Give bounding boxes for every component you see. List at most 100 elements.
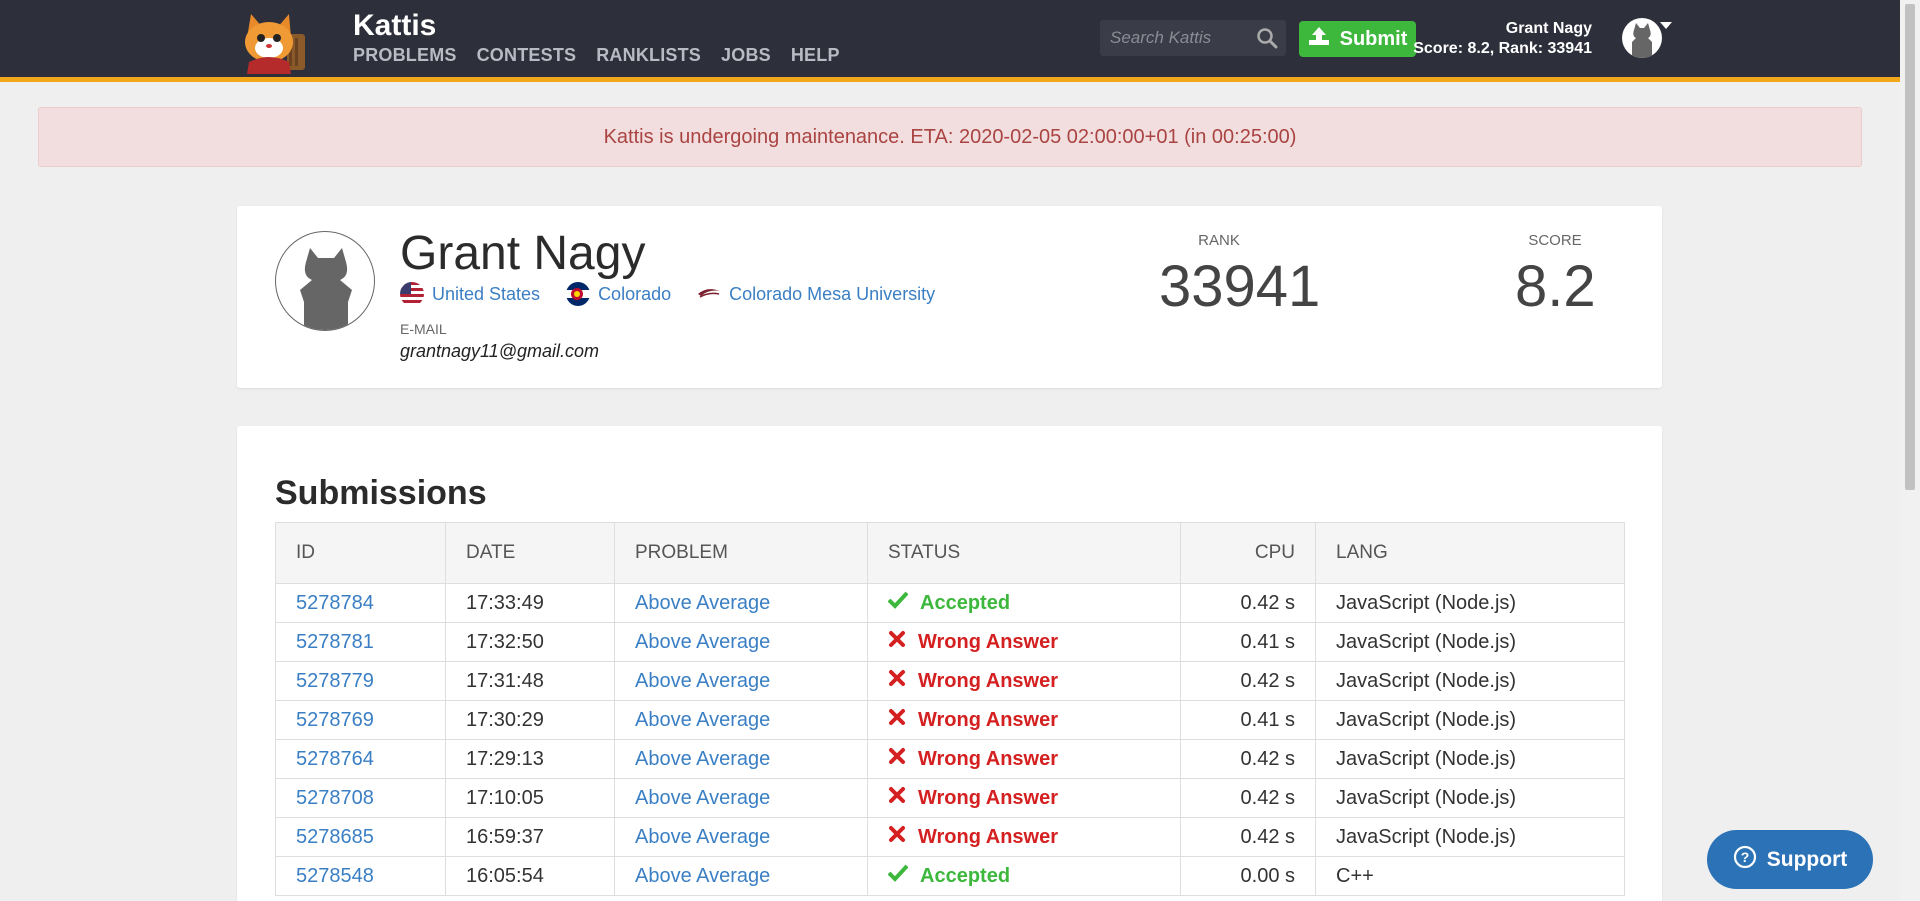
status-text: Wrong Answer xyxy=(918,747,1059,770)
status-text: Wrong Answer xyxy=(918,669,1059,692)
col-cpu: CPU xyxy=(1180,522,1316,584)
status-badge: Wrong Answer xyxy=(888,630,1160,654)
cross-icon xyxy=(888,630,906,654)
page-scrollbar[interactable] xyxy=(1900,0,1920,901)
status-text: Accepted xyxy=(920,864,1011,887)
search-icon[interactable] xyxy=(1256,27,1278,49)
language: JavaScript (Node.js) xyxy=(1315,739,1625,779)
status-badge: Wrong Answer xyxy=(888,708,1160,732)
table-row: 5278548 16:05:54 Above Average Accepted 0.00… xyxy=(275,856,1625,896)
status-badge: Wrong Answer xyxy=(888,747,1160,771)
status-badge: Accepted xyxy=(887,591,1160,615)
problem-link[interactable]: Above Average xyxy=(635,865,770,887)
colorado-flag-icon xyxy=(566,282,591,306)
submission-id-link[interactable]: 5278764 xyxy=(296,748,374,770)
user-menu-caret-icon[interactable] xyxy=(1660,22,1672,29)
region-link[interactable]: Colorado xyxy=(566,282,671,306)
nav-jobs[interactable]: JOBS xyxy=(721,45,771,66)
cpu-time: 0.41 s xyxy=(1180,700,1316,740)
submissions-card: Submissions ID DATE PROBLEM STATUS CPU L… xyxy=(237,426,1662,901)
submission-date: 17:33:49 xyxy=(445,583,615,623)
problem-link[interactable]: Above Average xyxy=(635,670,770,692)
submit-button[interactable]: Submit xyxy=(1299,21,1416,57)
maintenance-alert: Kattis is undergoing maintenance. ETA: 2… xyxy=(38,107,1862,167)
nav-problems[interactable]: PROBLEMS xyxy=(353,45,457,66)
email-label: E-MAIL xyxy=(400,321,447,337)
table-row: 5278769 17:30:29 Above Average Wrong Answer… xyxy=(275,700,1625,740)
table-row: 5278685 16:59:37 Above Average Wrong Answer… xyxy=(275,817,1625,857)
submissions-body: 5278784 17:33:49 Above Average Accepted 0.42… xyxy=(275,583,1625,896)
submission-id-link[interactable]: 5278779 xyxy=(296,670,374,692)
svg-text:?: ? xyxy=(1740,849,1749,865)
cpu-time: 0.42 s xyxy=(1180,817,1316,857)
problem-link[interactable]: Above Average xyxy=(635,592,770,614)
submit-label: Submit xyxy=(1339,27,1408,50)
table-row: 5278764 17:29:13 Above Average Wrong Answer… xyxy=(275,739,1625,779)
nav-help[interactable]: HELP xyxy=(791,45,840,66)
brand-title[interactable]: Kattis xyxy=(353,9,436,43)
submission-date: 17:29:13 xyxy=(445,739,615,779)
problem-link[interactable]: Above Average xyxy=(635,787,770,809)
university-link[interactable]: Colorado Mesa University xyxy=(697,284,935,305)
problem-link[interactable]: Above Average xyxy=(635,709,770,731)
submission-date: 16:05:54 xyxy=(445,856,615,896)
table-row: 5278781 17:32:50 Above Average Wrong Answer… xyxy=(275,622,1625,662)
status-badge: Wrong Answer xyxy=(888,786,1160,810)
score-stat: SCORE 8.2 xyxy=(1515,232,1596,320)
submission-date: 17:32:50 xyxy=(445,622,615,662)
language: JavaScript (Node.js) xyxy=(1315,817,1625,857)
cross-icon xyxy=(888,786,906,810)
table-row: 5278708 17:10:05 Above Average Wrong Answer… xyxy=(275,778,1625,818)
status-text: Wrong Answer xyxy=(918,786,1059,809)
score-value: 8.2 xyxy=(1515,254,1596,319)
submissions-table: ID DATE PROBLEM STATUS CPU LANG 5278784 1… xyxy=(275,522,1625,896)
status-text: Wrong Answer xyxy=(918,708,1059,731)
submission-date: 16:59:37 xyxy=(445,817,615,857)
language: JavaScript (Node.js) xyxy=(1315,778,1625,818)
submission-id-link[interactable]: 5278769 xyxy=(296,709,374,731)
check-icon xyxy=(887,591,909,615)
country-link[interactable]: United States xyxy=(400,282,540,306)
col-problem: PROBLEM xyxy=(614,522,868,584)
status-text: Wrong Answer xyxy=(918,630,1059,653)
submission-id-link[interactable]: 5278708 xyxy=(296,787,374,809)
cpu-time: 0.41 s xyxy=(1180,622,1316,662)
table-row: 5278779 17:31:48 Above Average Wrong Answer… xyxy=(275,661,1625,701)
country-name: United States xyxy=(432,283,541,304)
submission-date: 17:30:29 xyxy=(445,700,615,740)
status-badge: Wrong Answer xyxy=(888,825,1160,849)
nav-contests[interactable]: CONTESTS xyxy=(477,45,577,66)
submission-id-link[interactable]: 5278781 xyxy=(296,631,374,653)
search-input[interactable] xyxy=(1100,28,1245,48)
nav-ranklists[interactable]: RANKLISTS xyxy=(596,45,701,66)
cross-icon xyxy=(888,747,906,771)
col-date: DATE xyxy=(445,522,615,584)
help-circle-icon: ? xyxy=(1733,845,1757,875)
rank-value: 33941 xyxy=(1159,254,1321,319)
submission-date: 17:10:05 xyxy=(445,778,615,818)
support-button[interactable]: ? Support xyxy=(1707,830,1873,889)
problem-link[interactable]: Above Average xyxy=(635,631,770,653)
user-name: Grant Nagy xyxy=(1505,20,1592,37)
language: JavaScript (Node.js) xyxy=(1315,583,1625,623)
cross-icon xyxy=(888,708,906,732)
submission-id-link[interactable]: 5278685 xyxy=(296,826,374,848)
scrollbar-thumb[interactable] xyxy=(1905,4,1915,490)
cpu-time: 0.42 s xyxy=(1180,778,1316,818)
user-avatar[interactable] xyxy=(1622,18,1662,58)
language: JavaScript (Node.js) xyxy=(1315,661,1625,701)
cpu-time: 0.42 s xyxy=(1180,739,1316,779)
status-text: Wrong Answer xyxy=(918,825,1059,848)
table-header-row: ID DATE PROBLEM STATUS CPU LANG xyxy=(275,522,1625,584)
kattis-logo-icon[interactable] xyxy=(237,8,309,76)
submission-id-link[interactable]: 5278784 xyxy=(296,592,374,614)
region-name: Colorado xyxy=(598,283,672,304)
problem-link[interactable]: Above Average xyxy=(635,748,770,770)
table-row: 5278784 17:33:49 Above Average Accepted 0.42… xyxy=(275,583,1625,623)
university-name: Colorado Mesa University xyxy=(729,283,936,304)
affiliations: United States Colorado Colorado Mesa Uni… xyxy=(400,282,961,306)
email-value: grantnagy11@gmail.com xyxy=(400,341,600,361)
submission-id-link[interactable]: 5278548 xyxy=(296,865,374,887)
problem-link[interactable]: Above Average xyxy=(635,826,770,848)
user-summary[interactable]: Grant Nagy Score: 8.2, Rank: 33941 xyxy=(1413,19,1592,59)
